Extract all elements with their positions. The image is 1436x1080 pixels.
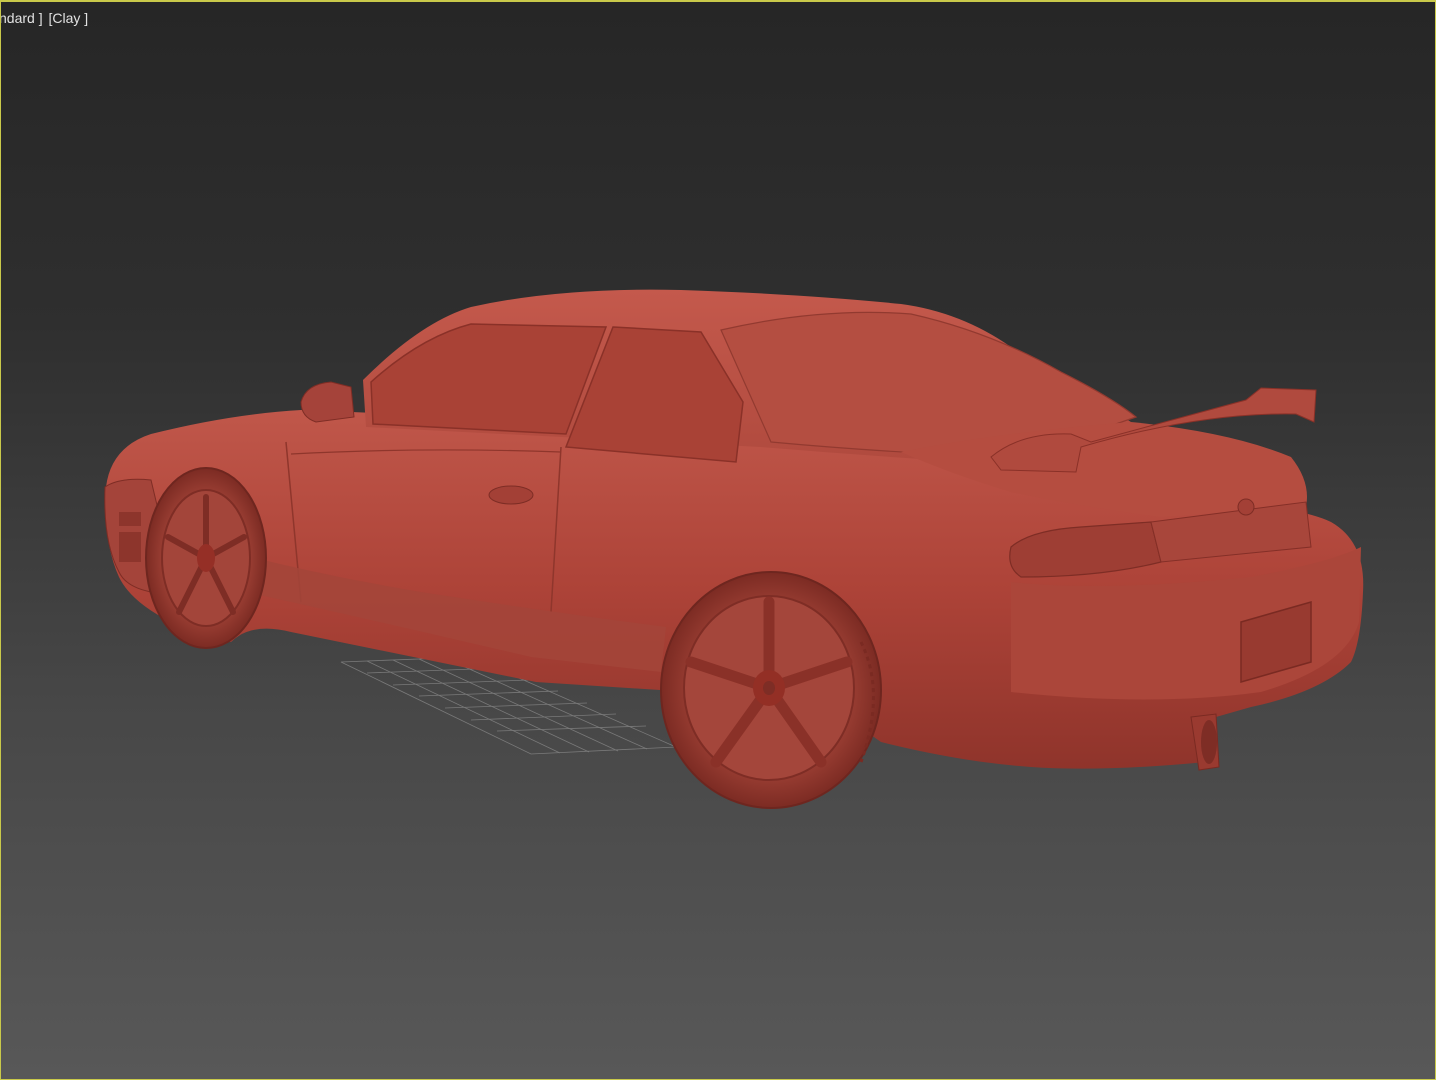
side-mirror [300,381,355,423]
front-wheel [145,467,267,649]
rear-wheel [660,571,882,809]
viewport-perspective[interactable]: ndard ] [Clay ] [0,0,1436,1080]
side-window-front [370,323,608,435]
badge-icon [1237,498,1255,516]
car-model[interactable] [104,289,1364,809]
scene-canvas[interactable] [1,2,1435,1079]
door-handle [488,485,534,505]
